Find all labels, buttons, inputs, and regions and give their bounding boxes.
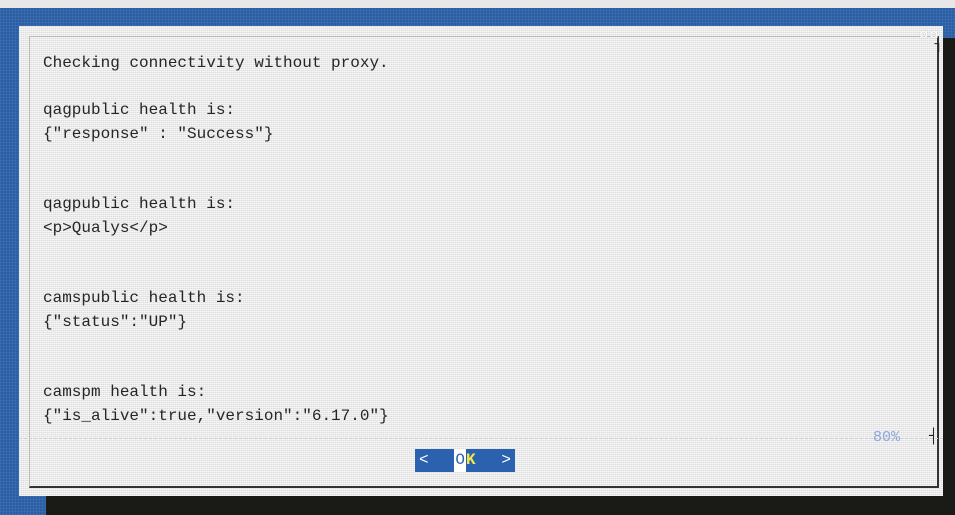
dialog-content: Checking connectivity without proxy. qag…: [43, 52, 903, 428]
health-heading: camspublic health is:: [43, 289, 245, 307]
ok-right-bracket: >: [501, 451, 511, 469]
status-line: Checking connectivity without proxy.: [43, 54, 389, 72]
health-response: <p>Qualys</p>: [43, 218, 168, 237]
ok-left-bracket: <: [419, 451, 429, 469]
health-response: {"is_alive":true,"version":"6.17.0"}: [43, 406, 389, 425]
health-heading: qagpublic health is:: [43, 101, 236, 119]
message-dialog: ¤¤ ┐ Checking connectivity without proxy…: [19, 26, 943, 496]
health-heading: qagpublic health is:: [43, 195, 236, 213]
ok-label-rest: K: [466, 451, 476, 469]
health-response: {"status":"UP"}: [43, 312, 188, 331]
scroll-progress: 80%: [872, 429, 900, 446]
terminal-screen: ¤¤ ┐ Checking connectivity without proxy…: [0, 0, 955, 515]
ok-hotkey-letter: O: [454, 449, 466, 472]
health-heading: camspm health is:: [43, 383, 207, 401]
ok-button[interactable]: < OK >: [415, 449, 515, 472]
button-separator: [19, 438, 943, 439]
ok-label: OK: [454, 449, 476, 472]
health-response: {"response" : "Success"}: [43, 124, 274, 143]
top-strip: [0, 0, 955, 8]
border-tick: ┐: [934, 37, 943, 53]
border-tick-right: ┤: [928, 428, 938, 445]
